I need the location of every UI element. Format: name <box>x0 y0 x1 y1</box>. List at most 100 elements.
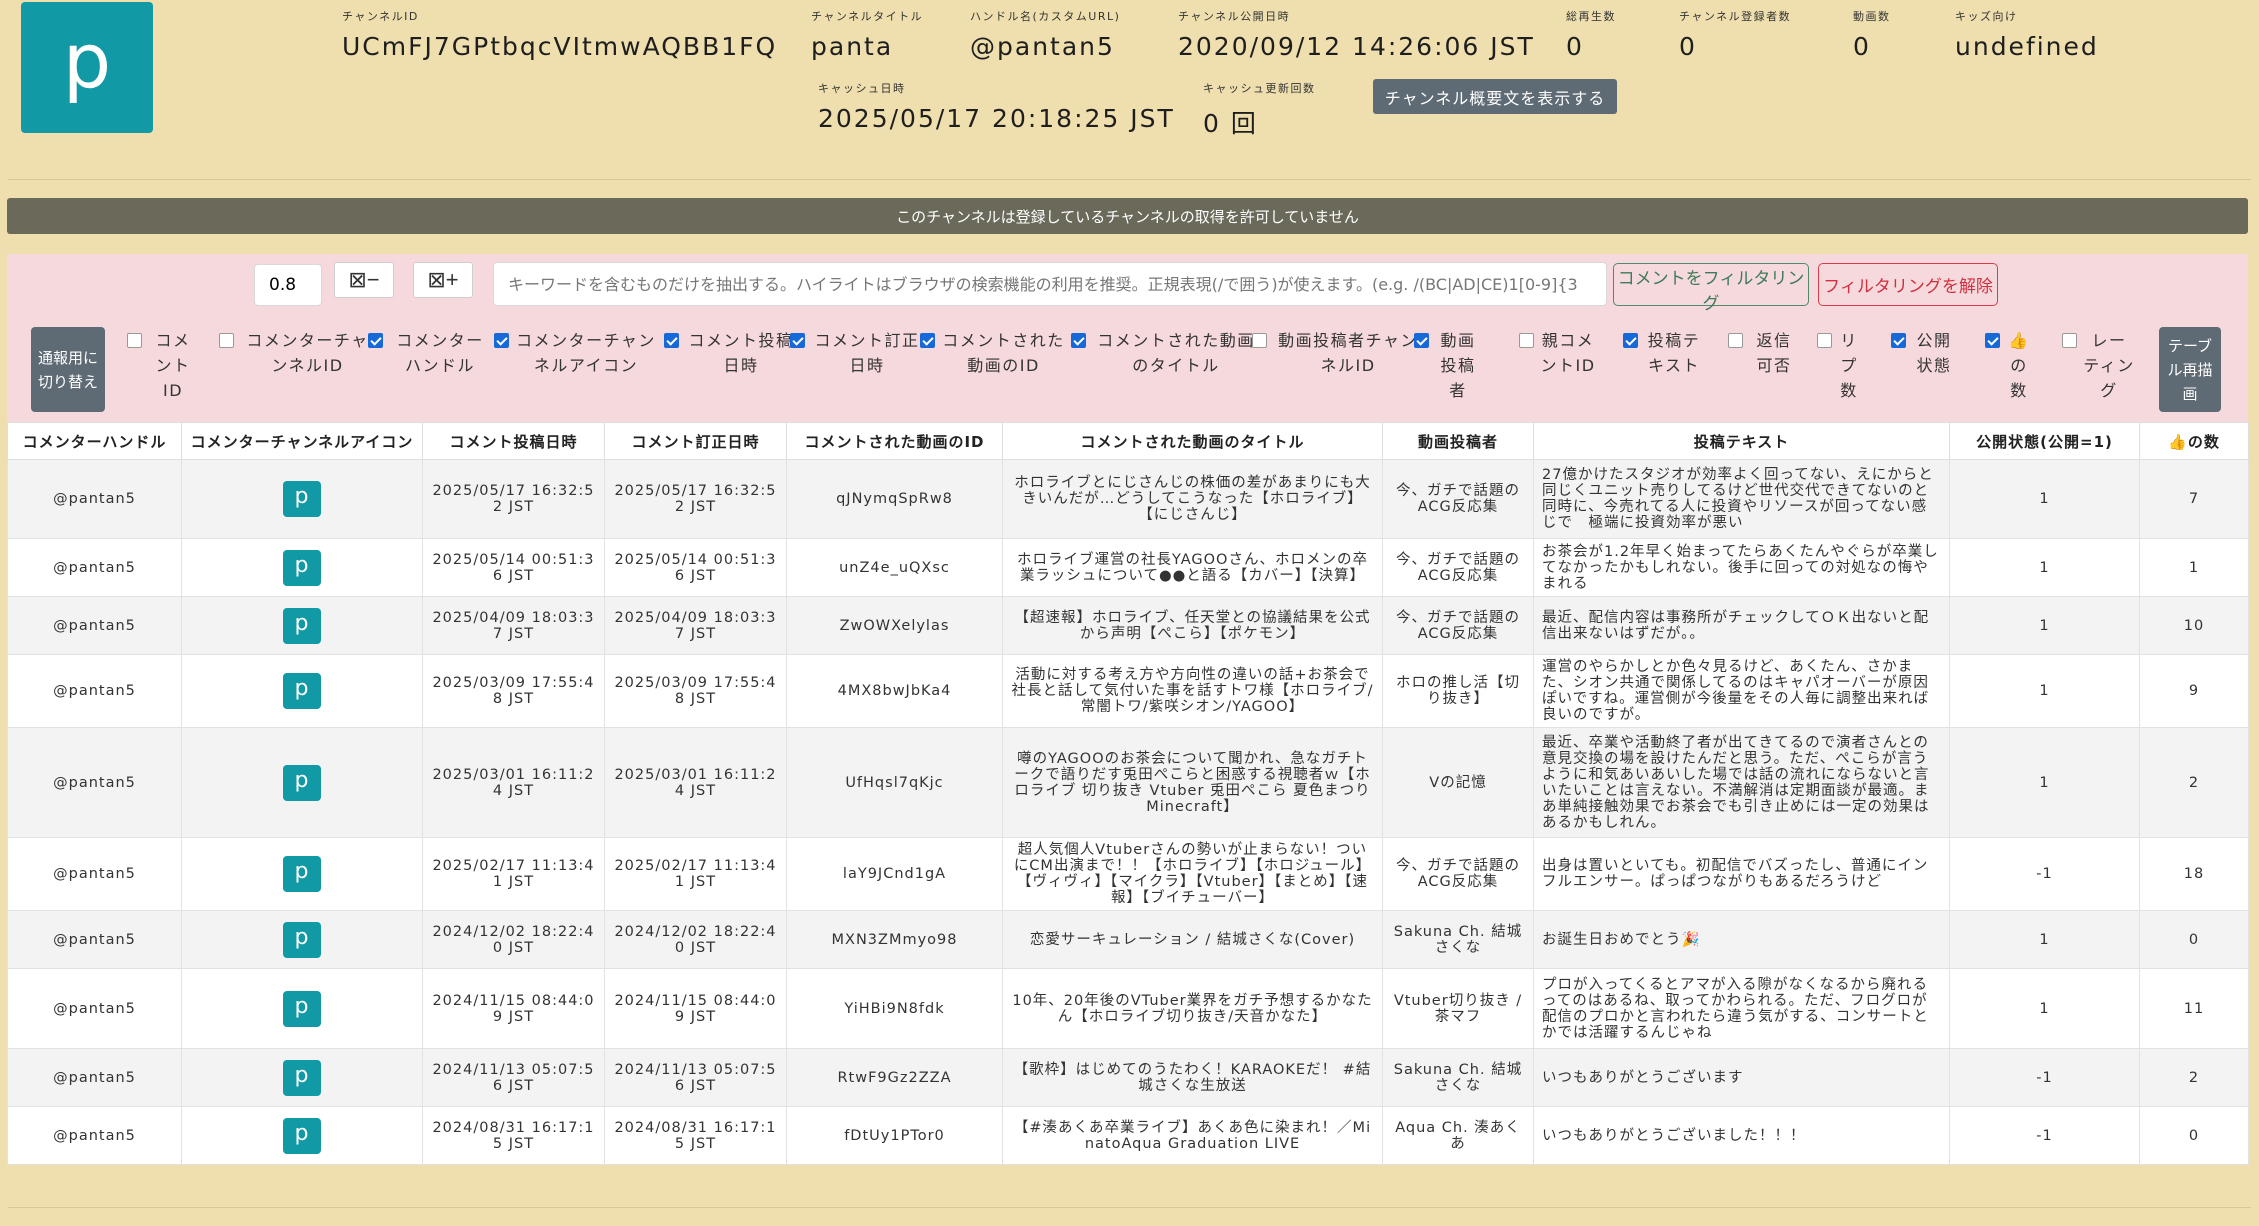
commenter-avatar[interactable]: p <box>283 607 321 644</box>
header-commenter-handle[interactable]: コメンターハンドル <box>7 422 182 460</box>
header-edited-at[interactable]: コメント訂正日時 <box>604 422 787 460</box>
commenter-avatar[interactable]: p <box>283 481 321 517</box>
column-toggle-comment-id[interactable]: コメントID <box>127 328 198 403</box>
commenter-avatar[interactable]: p <box>283 1117 321 1154</box>
column-toggle-commenter-channel-id[interactable]: コメンターチャンネルID <box>219 328 375 378</box>
cell-likes: 10 <box>2139 596 2249 655</box>
cell-public-status: 1 <box>1949 538 2140 597</box>
header-text[interactable]: 投稿テキスト <box>1533 422 1950 460</box>
checkbox[interactable] <box>494 333 509 348</box>
cell-video-title: 活動に対する考え方や方向性の違いの話+お茶会で社長と話して気付いた事を話すトワ様… <box>1002 654 1383 728</box>
cell-commenter-handle: @pantan5 <box>7 727 182 838</box>
checkbox[interactable] <box>1414 333 1429 348</box>
checkbox[interactable] <box>1071 333 1086 348</box>
cell-posted-at: 2025/04/09 18:03:37 JST <box>422 596 605 655</box>
meta-published: チャンネル公開日時 2020/09/12 14:26:06 JST <box>1178 10 1535 61</box>
column-toggle-text[interactable]: 投稿テキスト <box>1623 328 1704 378</box>
header-posted-at[interactable]: コメント投稿日時 <box>422 422 605 460</box>
redraw-table-button[interactable]: テーブル再描画 <box>2159 327 2221 412</box>
header-video-id[interactable]: コメントされた動画のID <box>786 422 1003 460</box>
cell-public-status: 1 <box>1949 910 2140 969</box>
column-toggle-label: コメントされた動画のタイトル <box>1097 331 1255 375</box>
column-toggle-posted-at[interactable]: コメント投稿日時 <box>664 328 797 378</box>
checkbox[interactable] <box>368 333 383 348</box>
commenter-avatar[interactable]: p <box>283 990 321 1027</box>
table-row: @pantan5 p 2024/08/31 16:17:15 JST 2024/08/… <box>7 1106 2249 1165</box>
meta-kids: キッズ向け undefined <box>1955 10 2099 61</box>
table-row: @pantan5 p 2025/02/17 11:13:41 JST 2025/02/… <box>7 837 2249 911</box>
cell-text: 最近、卒業や活動終了者が出てきてるので演者さんとの意見交換の場を設けたんだと思う… <box>1533 727 1950 838</box>
column-toggle-uploader-channel-id[interactable]: 動画投稿者チャンネルID <box>1252 328 1423 378</box>
header-video-title[interactable]: コメントされた動画のタイトル <box>1002 422 1383 460</box>
keyword-filter-input[interactable] <box>493 262 1607 306</box>
switch-report-mode-button[interactable]: 通報用に切り替え <box>31 327 105 412</box>
header-uploader[interactable]: 動画投稿者 <box>1382 422 1534 460</box>
commenter-avatar[interactable]: p <box>283 921 321 958</box>
checkbox[interactable] <box>920 333 935 348</box>
column-toggle-rating[interactable]: レーティング <box>2062 328 2135 403</box>
cell-likes: 11 <box>2139 968 2249 1049</box>
checkbox[interactable] <box>1985 333 2000 348</box>
cell-commenter-handle: @pantan5 <box>7 910 182 969</box>
cell-edited-at: 2025/05/14 00:51:36 JST <box>604 538 787 597</box>
cell-likes: 18 <box>2139 837 2249 911</box>
checkbox[interactable] <box>1728 333 1743 348</box>
cell-video-id: fDtUy1PTor0 <box>786 1106 1003 1165</box>
checkbox[interactable] <box>790 333 805 348</box>
column-toggle-commenter-icon[interactable]: コメンターチャンネルアイコン <box>494 328 657 378</box>
show-description-button[interactable]: チャンネル概要文を表示する <box>1373 79 1617 114</box>
checkbox[interactable] <box>1891 333 1906 348</box>
column-toggle-likes[interactable]: 👍の数 <box>1985 328 2032 403</box>
checkbox[interactable] <box>2062 333 2077 348</box>
column-toggle-video-id[interactable]: コメントされた動画のID <box>920 328 1066 378</box>
commenter-avatar[interactable]: p <box>283 856 321 892</box>
cell-commenter-icon: p <box>181 837 423 911</box>
cell-commenter-handle: @pantan5 <box>7 1048 182 1107</box>
commenter-avatar[interactable]: p <box>283 764 321 801</box>
header-likes[interactable]: 👍の数 <box>2139 422 2249 460</box>
checkbox[interactable] <box>1252 333 1267 348</box>
increase-button[interactable]: ⊠+ <box>413 262 473 298</box>
cell-video-id: MXN3ZMmyo98 <box>786 910 1003 969</box>
checkbox[interactable] <box>1817 333 1832 348</box>
cell-video-id: laY9JCnd1gA <box>786 837 1003 911</box>
divider <box>8 1207 2251 1208</box>
column-toggle-parent-comment-id[interactable]: 親コメントID <box>1519 328 1596 378</box>
cell-uploader: Vtuber切り抜き / 茶マフ <box>1382 968 1534 1049</box>
column-toggle-video-title[interactable]: コメントされた動画のタイトル <box>1071 328 1260 378</box>
decrease-button[interactable]: ⊠− <box>334 262 394 298</box>
column-toggle-reply-count[interactable]: リプ数 <box>1817 328 1860 403</box>
column-toggle-commenter-handle[interactable]: コメンターハンドル <box>368 328 491 378</box>
column-toggle-reply-allowed[interactable]: 返信可否 <box>1728 328 1799 378</box>
cell-likes: 7 <box>2139 459 2249 539</box>
header-public-status[interactable]: 公開状態(公開=1) <box>1949 422 2140 460</box>
commenter-avatar[interactable]: p <box>283 1059 321 1096</box>
cell-posted-at: 2024/11/13 05:07:56 JST <box>422 1048 605 1107</box>
column-toggle-edited-at[interactable]: コメント訂正日時 <box>790 328 923 378</box>
meta-channel-title: チャンネルタイトル panta <box>811 10 924 61</box>
column-toggle-uploader[interactable]: 動画投稿者 <box>1414 328 1481 403</box>
commenter-avatar[interactable]: p <box>283 549 321 586</box>
checkbox[interactable] <box>664 333 679 348</box>
column-toggle-public-status[interactable]: 公開状態 <box>1891 328 1956 378</box>
checkbox[interactable] <box>1623 333 1638 348</box>
cell-text: 出身は置いといても。初配信でバズったし、普通にインフルエンサー。ぱっぱつながりも… <box>1533 837 1950 911</box>
cell-public-status: 1 <box>1949 596 2140 655</box>
cell-commenter-icon: p <box>181 910 423 969</box>
filter-comments-button[interactable]: コメントをフィルタリング <box>1613 263 1809 314</box>
cell-posted-at: 2025/02/17 11:13:41 JST <box>422 837 605 911</box>
column-toggle-label: 公開状態 <box>1916 331 1952 375</box>
header-commenter-icon[interactable]: コメンターチャンネルアイコン <box>181 422 423 460</box>
checkbox[interactable] <box>219 333 234 348</box>
clear-filter-button[interactable]: フィルタリングを解除 <box>1818 263 1998 306</box>
cell-video-id: 4MX8bwJbKa4 <box>786 654 1003 728</box>
channel-avatar: p <box>21 2 153 133</box>
cell-edited-at: 2025/03/09 17:55:48 JST <box>604 654 787 728</box>
cell-public-status: -1 <box>1949 1048 2140 1107</box>
checkbox[interactable] <box>1519 333 1534 348</box>
cell-video-title: 【超速報】ホロライブ、任天堂との協議結果を公式から声明【ぺこら】【ポケモン】 <box>1002 596 1383 655</box>
cell-commenter-handle: @pantan5 <box>7 654 182 728</box>
threshold-input[interactable] <box>254 264 322 306</box>
checkbox[interactable] <box>127 333 142 348</box>
commenter-avatar[interactable]: p <box>283 673 321 709</box>
